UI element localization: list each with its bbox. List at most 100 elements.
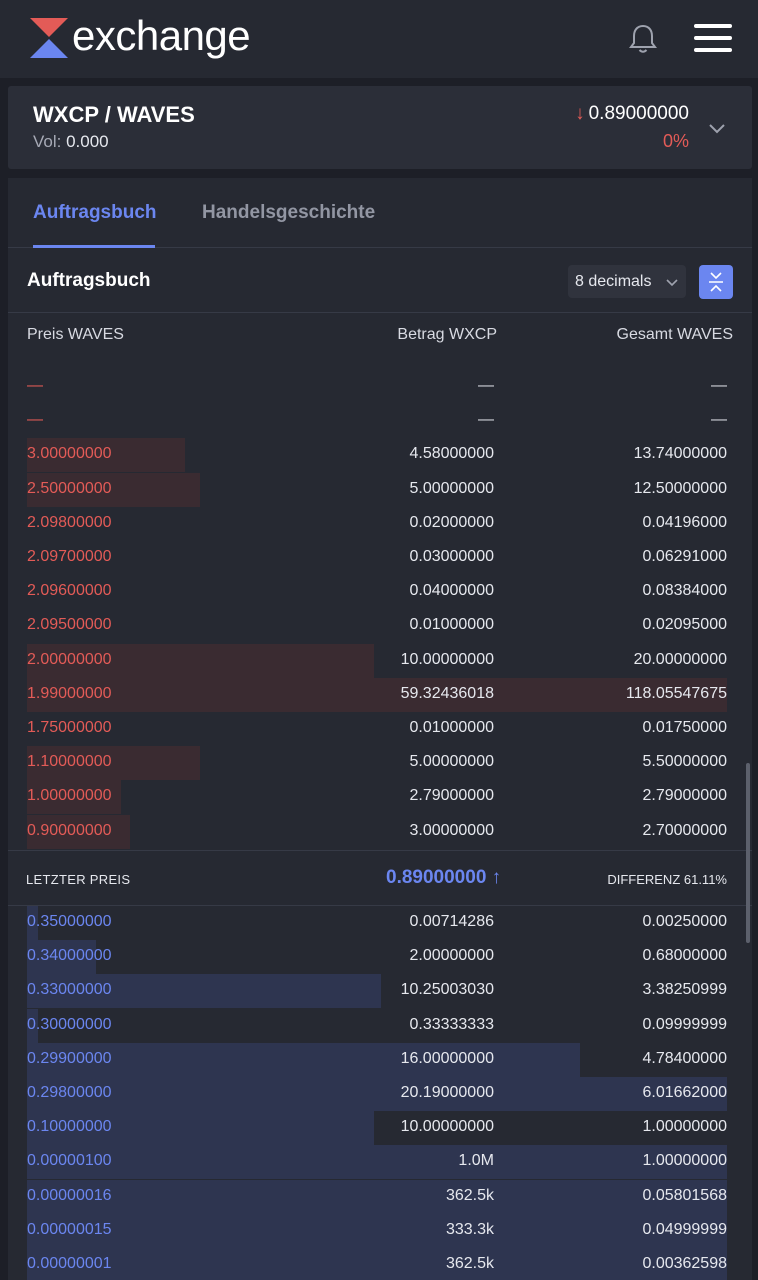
tab-auftragsbuch[interactable]: Auftragsbuch bbox=[33, 202, 157, 224]
bid-row[interactable]: 0.10000000 10.00000000 1.00000000 bbox=[27, 1111, 727, 1146]
bid-price: 0.00000016 bbox=[27, 1186, 112, 1204]
bid-total: 0.04999999 bbox=[642, 1220, 727, 1238]
chevron-down-icon bbox=[666, 279, 678, 287]
bid-row[interactable]: 0.35000000 0.00714286 0.00250000 bbox=[27, 906, 727, 940]
ask-amount: 2.79000000 bbox=[409, 787, 494, 805]
bid-amount: 10.00000000 bbox=[400, 1118, 494, 1136]
ask-total: 0.08384000 bbox=[642, 582, 727, 600]
bid-total: 6.01662000 bbox=[642, 1084, 727, 1101]
bid-amount: 2.00000000 bbox=[409, 947, 494, 965]
top-bar: exchange bbox=[0, 0, 758, 78]
ask-amount: 0.01000000 bbox=[409, 719, 494, 736]
bid-row[interactable]: 0.29900000 16.00000000 4.78400000 bbox=[27, 1042, 727, 1077]
ask-row[interactable]: 2.00000000 10.00000000 20.00000000 bbox=[27, 643, 727, 678]
bid-total: 4.78400000 bbox=[642, 1049, 727, 1067]
bid-amount: 333.3k bbox=[445, 1220, 494, 1238]
bid-row[interactable]: 0.34000000 2.00000000 0.68000000 bbox=[27, 940, 727, 975]
ask-total: 2.70000000 bbox=[642, 821, 727, 839]
ask-row[interactable]: 0.90000000 3.00000000 2.70000000 bbox=[27, 814, 727, 849]
decimals-select[interactable]: 8 decimals bbox=[568, 265, 686, 298]
bid-amount: 1.0M bbox=[458, 1152, 494, 1170]
orderbook-header: Auftragsbuch 8 decimals bbox=[8, 249, 752, 313]
bid-amount: 16.00000000 bbox=[400, 1049, 494, 1067]
ask-total: 5.50000000 bbox=[642, 753, 727, 771]
bid-row[interactable]: 0.33000000 10.25003030 3.38250999 bbox=[27, 974, 727, 1009]
bid-price: 0.29800000 bbox=[27, 1084, 112, 1101]
bell-icon[interactable] bbox=[626, 22, 660, 56]
arrow-down-icon: ↓ bbox=[575, 103, 585, 124]
exchange-logo-icon[interactable] bbox=[30, 18, 68, 58]
ask-price: 0.90000000 bbox=[27, 821, 112, 839]
ask-total: 2.79000000 bbox=[642, 787, 727, 805]
ask-amount: 0.01000000 bbox=[409, 616, 494, 634]
ask-total: 0.02095000 bbox=[642, 616, 727, 634]
bid-amount: 20.19000000 bbox=[400, 1084, 494, 1101]
scrollbar[interactable] bbox=[746, 763, 750, 943]
ask-row[interactable]: 1.00000000 2.79000000 2.79000000 bbox=[27, 780, 727, 815]
ask-total: 12.50000000 bbox=[633, 479, 727, 497]
bid-price: 0.00000100 bbox=[27, 1152, 112, 1170]
column-header-amount: Betrag WXCP bbox=[397, 326, 497, 343]
ask-price: 1.75000000 bbox=[27, 719, 112, 736]
ask-row[interactable]: 3.00000000 4.58000000 13.74000000 bbox=[27, 438, 727, 473]
ask-row[interactable]: 2.09700000 0.03000000 0.06291000 bbox=[27, 541, 727, 575]
tab-handelsgeschichte[interactable]: Handelsgeschichte bbox=[202, 202, 375, 224]
bid-amount: 10.25003030 bbox=[400, 981, 494, 999]
ask-depth-bar bbox=[27, 677, 727, 712]
collapse-icon[interactable] bbox=[699, 265, 733, 299]
bid-row[interactable]: 0.29800000 20.19000000 6.01662000 bbox=[27, 1077, 727, 1111]
bid-total: 0.00250000 bbox=[642, 913, 727, 930]
bid-row[interactable]: 0.00000016 362.5k 0.05801568 bbox=[27, 1179, 727, 1214]
ask-amount: 4.58000000 bbox=[409, 445, 494, 463]
bid-amount: 362.5k bbox=[445, 1255, 494, 1272]
ask-price: 1.00000000 bbox=[27, 787, 112, 805]
logo-text[interactable]: exchange bbox=[72, 12, 251, 60]
pair-volume: Vol: 0.000 bbox=[33, 132, 109, 151]
ask-amount: 5.00000000 bbox=[409, 479, 494, 497]
ask-row[interactable]: 1.10000000 5.00000000 5.50000000 bbox=[27, 746, 727, 781]
ask-price: — bbox=[27, 377, 43, 394]
bid-price: 0.30000000 bbox=[27, 1015, 112, 1033]
bid-total: 0.05801568 bbox=[642, 1186, 727, 1204]
chevron-down-icon[interactable] bbox=[708, 119, 726, 137]
last-price-label: LETZTER PREIS bbox=[26, 872, 131, 887]
ask-row[interactable]: 2.09500000 0.01000000 0.02095000 bbox=[27, 609, 727, 643]
ask-price: 2.09700000 bbox=[27, 548, 112, 565]
bid-price: 0.33000000 bbox=[27, 981, 112, 999]
bid-row[interactable]: 0.00000015 333.3k 0.04999999 bbox=[27, 1213, 727, 1248]
ask-total: 0.06291000 bbox=[642, 548, 727, 565]
pair-price: ↓ 0.89000000 bbox=[575, 103, 689, 124]
ask-row[interactable]: — — — bbox=[27, 404, 727, 438]
bid-total: 0.68000000 bbox=[642, 947, 727, 965]
bid-row[interactable]: 0.00000001 362.5k 0.00362598 bbox=[27, 1248, 727, 1280]
ask-total: 20.00000000 bbox=[633, 650, 727, 668]
ask-amount: 5.00000000 bbox=[409, 753, 494, 771]
bid-amount: 362.5k bbox=[445, 1186, 494, 1204]
bid-price: 0.00000001 bbox=[27, 1255, 112, 1272]
bid-total: 1.00000000 bbox=[642, 1152, 727, 1170]
ask-total: 0.04196000 bbox=[642, 513, 727, 531]
last-price-value: 0.89000000 ↑ bbox=[386, 867, 502, 888]
ask-row[interactable]: 1.99000000 59.32436018 118.05547675 bbox=[27, 677, 727, 712]
bid-row[interactable]: 0.30000000 0.33333333 0.09999999 bbox=[27, 1008, 727, 1043]
ask-row[interactable]: — — — bbox=[27, 370, 727, 404]
hamburger-menu-icon[interactable] bbox=[694, 24, 732, 52]
bid-price: 0.10000000 bbox=[27, 1118, 112, 1136]
ask-row[interactable]: 2.09600000 0.04000000 0.08384000 bbox=[27, 575, 727, 609]
ask-amount: — bbox=[478, 411, 494, 429]
ask-amount: — bbox=[478, 377, 494, 394]
tab-bar: Auftragsbuch Handelsgeschichte bbox=[8, 178, 752, 248]
bid-row[interactable]: 0.00000100 1.0M 1.00000000 bbox=[27, 1145, 727, 1180]
ask-row[interactable]: 2.09800000 0.02000000 0.04196000 bbox=[27, 507, 727, 541]
ask-price: 1.10000000 bbox=[27, 753, 112, 771]
ask-price: 2.00000000 bbox=[27, 650, 112, 668]
ask-price: 1.99000000 bbox=[27, 684, 112, 702]
ask-amount: 0.03000000 bbox=[409, 548, 494, 565]
ask-row[interactable]: 2.50000000 5.00000000 12.50000000 bbox=[27, 472, 727, 507]
bid-amount: 0.00714286 bbox=[409, 913, 494, 930]
ask-amount: 0.04000000 bbox=[409, 582, 494, 600]
pair-selector[interactable]: WXCP / WAVES Vol: 0.000 ↓ 0.89000000 0% bbox=[8, 86, 752, 169]
column-header-price: Preis WAVES bbox=[27, 326, 124, 343]
bid-total: 1.00000000 bbox=[642, 1118, 727, 1136]
ask-row[interactable]: 1.75000000 0.01000000 0.01750000 bbox=[27, 712, 727, 746]
